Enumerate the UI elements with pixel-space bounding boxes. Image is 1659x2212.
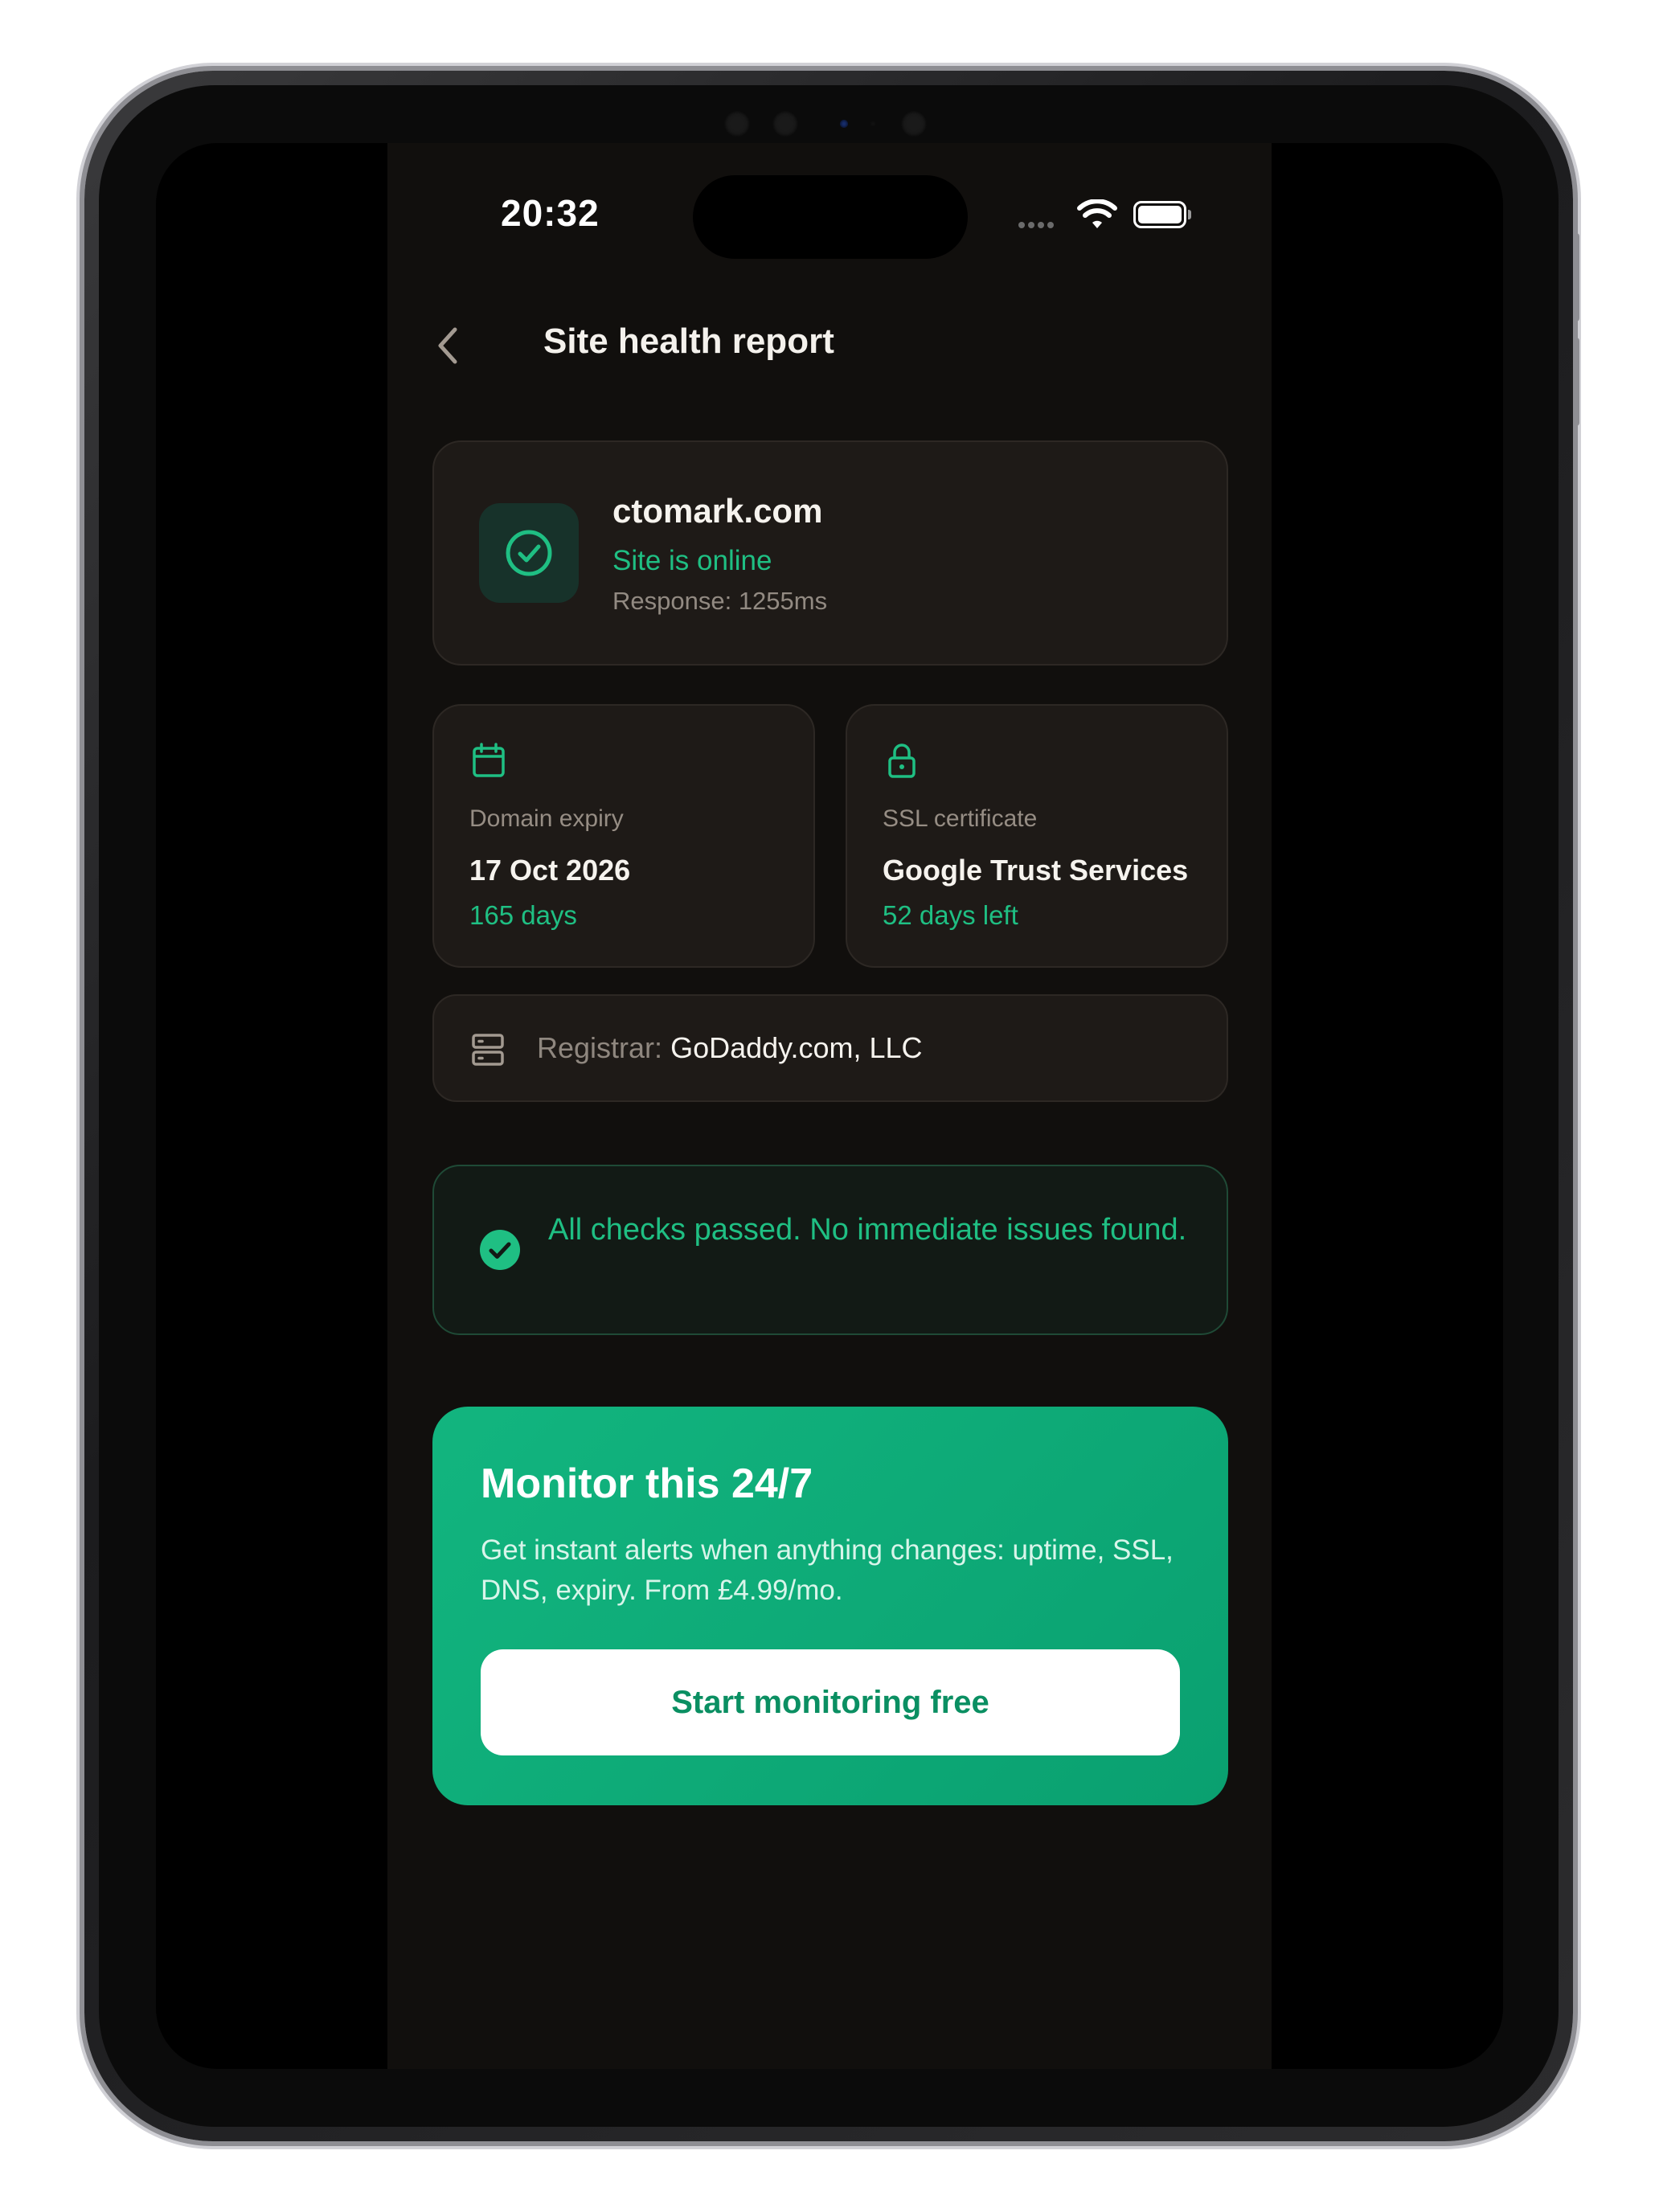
check-circle-icon — [506, 530, 552, 576]
calendar-icon — [473, 743, 505, 777]
registrar-value: GoDaddy.com, LLC — [670, 1031, 923, 1064]
volume-down-button — [1573, 338, 1579, 426]
registrar-text: Registrar: GoDaddy.com, LLC — [537, 1031, 923, 1065]
domain-expiry-remaining: 165 days — [469, 900, 577, 930]
cellular-signal-icon — [1018, 222, 1054, 228]
lock-icon — [888, 743, 916, 778]
volume-up-button — [1573, 233, 1579, 322]
checks-summary-card: All checks passed. No immediate issues f… — [432, 1165, 1228, 1335]
domain-expiry-date: 17 Oct 2026 — [469, 854, 631, 887]
monitor-cta-card: Monitor this 24/7 Get instant alerts whe… — [432, 1407, 1228, 1805]
server-icon — [472, 1034, 504, 1066]
ssl-label: SSL certificate — [883, 805, 1038, 832]
wifi-icon — [1077, 199, 1117, 228]
camera-icon — [772, 111, 798, 137]
dynamic-island — [693, 175, 968, 259]
chevron-left-icon[interactable] — [432, 323, 465, 368]
camera-indicator-icon — [840, 120, 848, 128]
registrar-card: Registrar: GoDaddy.com, LLC — [432, 994, 1228, 1102]
ssl-certificate-card: SSL certificate Google Trust Services 52… — [846, 704, 1228, 968]
app-view: 20:32 Site health report ctomark.com Sit… — [387, 143, 1272, 2069]
page-title: Site health report — [543, 322, 834, 361]
registrar-label: Registrar: — [537, 1031, 663, 1064]
sensor-icon — [724, 111, 750, 137]
cta-title: Monitor this 24/7 — [481, 1460, 813, 1507]
ssl-remaining: 52 days left — [883, 900, 1018, 930]
sensor-icon — [901, 111, 927, 137]
screen: 20:32 Site health report ctomark.com Sit… — [156, 143, 1503, 2069]
camera-bar — [692, 108, 965, 140]
status-time: 20:32 — [501, 192, 600, 234]
battery-icon — [1133, 201, 1191, 228]
site-status-text: Site is online — [612, 545, 772, 576]
site-response-time: Response: 1255ms — [612, 587, 828, 615]
site-domain: ctomark.com — [612, 492, 823, 530]
site-status-badge — [479, 503, 579, 603]
checks-summary-text: All checks passed. No immediate issues f… — [548, 1213, 1187, 1247]
ssl-issuer: Google Trust Services — [883, 854, 1189, 887]
start-monitoring-button[interactable]: Start monitoring free — [481, 1649, 1180, 1755]
check-circle-filled-icon — [480, 1230, 520, 1270]
cta-description: Get instant alerts when anything changes… — [481, 1534, 1174, 1606]
domain-expiry-label: Domain expiry — [469, 805, 624, 832]
site-status-card: ctomark.com Site is online Response: 125… — [432, 440, 1228, 666]
domain-expiry-card: Domain expiry 17 Oct 2026 165 days — [432, 704, 815, 968]
sensor-dot-icon — [870, 121, 875, 126]
